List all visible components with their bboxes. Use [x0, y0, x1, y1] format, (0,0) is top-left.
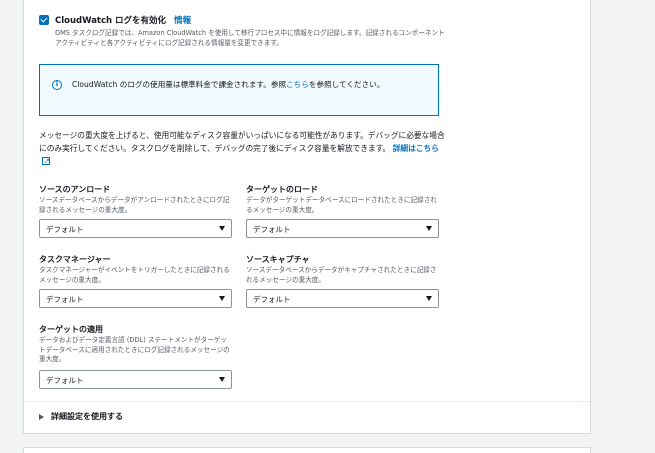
target-load-field: ターゲットのロード データがターゲットデータベースにロードされたときに記録される…: [246, 184, 439, 238]
learn-more-link[interactable]: 詳細はこちら: [393, 144, 439, 153]
next-panel: [23, 447, 591, 453]
target-load-label: ターゲットのロード: [246, 185, 318, 194]
cloudwatch-description: DMS タスクログ記録では、Amazon CloudWatch を使用して移行プ…: [55, 29, 445, 47]
target-load-value: デフォルト: [253, 225, 291, 234]
alert-text-after: を参照してください。: [308, 80, 385, 89]
target-load-select[interactable]: デフォルト: [246, 219, 439, 238]
enable-cloudwatch-checkbox[interactable]: [39, 15, 49, 25]
caret-right-icon: [39, 413, 44, 420]
divider: [24, 401, 590, 402]
target-apply-label: ターゲットの適用: [39, 325, 103, 334]
info-link[interactable]: 情報: [174, 14, 191, 26]
source-capture-field: ソースキャプチャ ソースデータベースからデータがキャプチャされたときに記録される…: [246, 254, 439, 308]
logging-settings-panel: CloudWatch ログを有効化 情報 DMS タスクログ記録では、Amazo…: [23, 0, 591, 434]
target-apply-field: ターゲットの適用 データおよびデータ定義言語 (DDL) ステートメントがターゲ…: [39, 324, 232, 389]
external-link-icon: [42, 155, 50, 168]
source-capture-description: ソースデータベースからデータがキャプチャされたときに記録されるメッセージの重大度…: [246, 266, 437, 284]
source-unload-label: ソースのアンロード: [39, 185, 111, 194]
enable-cloudwatch-row: CloudWatch ログを有効化 情報: [39, 14, 191, 26]
source-unload-field: ソースのアンロード ソースデータベースからデータがアンロードされたときにログ記録…: [39, 184, 232, 238]
task-manager-value: デフォルト: [46, 295, 84, 304]
target-apply-value: デフォルト: [46, 376, 84, 385]
task-manager-field: タスクマネージャー タスクマネージャーがイベントをトリガーしたときに記録されるメ…: [39, 254, 232, 308]
task-manager-label: タスクマネージャー: [39, 255, 111, 264]
alert-text-before: CloudWatch のログの使用量は標準料金で課金されます。参照: [72, 80, 287, 89]
caret-down-icon: [426, 296, 432, 301]
cloudwatch-pricing-alert: i CloudWatch のログの使用量は標準料金で課金されます。参照こちらを参…: [39, 64, 439, 116]
target-load-description: データがターゲットデータベースにロードされたときに記録されるメッセージの重大度。: [246, 196, 437, 214]
severity-warning: メッセージの重大度を上げると、使用可能なディスク容量がいっぱいになる可能性があり…: [39, 129, 449, 168]
task-manager-select[interactable]: デフォルト: [39, 289, 232, 308]
task-manager-description: タスクマネージャーがイベントをトリガーしたときに記録されるメッセージの重大度。: [39, 266, 230, 284]
warning-text: メッセージの重大度を上げると、使用可能なディスク容量がいっぱいになる可能性があり…: [39, 131, 445, 153]
target-apply-description: データおよびデータ定義言語 (DDL) ステートメントがターゲットデータベースに…: [39, 336, 230, 363]
pricing-link[interactable]: こちら: [286, 80, 309, 89]
alert-text: CloudWatch のログの使用量は標準料金で課金されます。参照こちらを参照し…: [72, 78, 427, 91]
advanced-settings-toggle[interactable]: 詳細設定を使用する: [39, 411, 123, 422]
source-capture-select[interactable]: デフォルト: [246, 289, 439, 308]
caret-down-icon: [219, 296, 225, 301]
source-capture-value: デフォルト: [253, 295, 291, 304]
info-icon: i: [52, 80, 62, 90]
source-unload-description: ソースデータベースからデータがアンロードされたときにログ記録されるメッセージの重…: [39, 196, 230, 214]
target-apply-select[interactable]: デフォルト: [39, 370, 232, 389]
source-unload-value: デフォルト: [46, 225, 84, 234]
source-unload-select[interactable]: デフォルト: [39, 219, 232, 238]
caret-down-icon: [426, 226, 432, 231]
caret-down-icon: [219, 377, 225, 382]
caret-down-icon: [219, 226, 225, 231]
source-capture-label: ソースキャプチャ: [246, 255, 310, 264]
advanced-settings-label: 詳細設定を使用する: [51, 412, 123, 421]
enable-cloudwatch-label[interactable]: CloudWatch ログを有効化: [55, 14, 166, 26]
